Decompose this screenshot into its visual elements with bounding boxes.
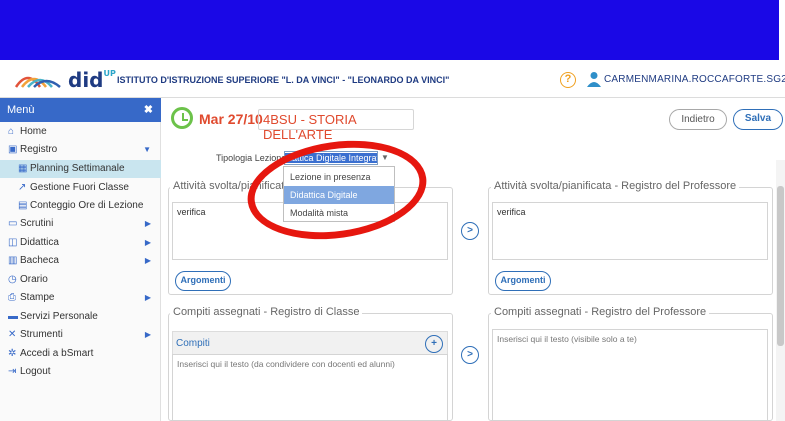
lesson-title: 4BSU - STORIA DELL'ARTE <box>258 109 414 142</box>
tab-compiti[interactable]: Compiti <box>176 338 210 349</box>
attivita-professore-legend: Attività svolta/pianificata - Registro d… <box>491 180 740 192</box>
sidebar-item-accedi-bsmart[interactable]: ✲ Accedi a bSmart <box>0 345 161 363</box>
tipologia-dropdown: Lezione in presenza Didattica Digitale I… <box>283 166 395 222</box>
lesson-date: Mar 27/10 <box>199 111 263 127</box>
tipologia-select[interactable]: dattica Digitale Integrata <box>284 151 378 165</box>
attivita-classe-legend: Attività svolta/pianificata <box>170 180 294 192</box>
compiti-professore-legend: Compiti assegnati - Registro del Profess… <box>491 306 710 318</box>
sidebar-item-registro[interactable]: ▣ Registro ▼ <box>0 141 161 159</box>
board-icon: ▥ <box>8 255 18 266</box>
dropdown-option-lezione-in-presenza[interactable]: Lezione in presenza <box>284 168 394 186</box>
printer-icon: ⎙ <box>8 292 16 303</box>
chevron-right-icon: ▶ <box>144 293 151 302</box>
compiti-professore-textarea[interactable]: Inserisci qui il testo (visibile solo a … <box>492 329 768 421</box>
sidebar-item-planning-settimanale[interactable]: ▦ Planning Settimanale <box>0 160 161 178</box>
sidebar-item-servizi-personale[interactable]: ▬ Servizi Personale <box>0 308 161 326</box>
back-button[interactable]: Indietro <box>669 109 727 130</box>
didup-logo-icon <box>14 76 61 88</box>
dropdown-option-didattica-digitale-integrata[interactable]: Didattica Digitale Integrata <box>284 186 394 218</box>
chevron-right-icon: ▶ <box>144 219 151 228</box>
compiti-classe-textarea[interactable]: Inserisci qui il testo (da condividere c… <box>172 354 448 421</box>
save-button[interactable]: Salva <box>733 109 783 130</box>
help-icon[interactable]: ? <box>560 72 576 88</box>
sidebar-item-orario[interactable]: ◷ Orario <box>0 271 161 289</box>
tools-icon: ✕ <box>8 329 17 340</box>
lesson-clock-icon <box>171 107 193 129</box>
clock-icon: ◷ <box>8 274 17 285</box>
sidebar-item-strumenti[interactable]: ✕ Strumenti ▶ <box>0 326 161 344</box>
add-compito-button[interactable]: + <box>425 335 443 353</box>
sidebar: ⌂ Home ▣ Registro ▼ ▦ Planning Settimanale ↗… <box>0 98 161 421</box>
copy-attivita-button[interactable]: > <box>461 222 479 240</box>
chevron-down-icon[interactable]: ▼ <box>381 153 389 162</box>
dropdown-option-modalita-mista[interactable]: Modalità mista <box>284 204 394 222</box>
book-icon: ◫ <box>8 237 18 248</box>
attivita-professore-textarea[interactable]: verifica <box>492 202 768 260</box>
argomenti-button-professore[interactable]: Argomenti <box>495 271 551 291</box>
close-icon[interactable]: ✖ <box>144 103 153 116</box>
sidebar-item-conteggio-ore[interactable]: ▤ Conteggio Ore di Lezione <box>0 197 161 215</box>
user-icon <box>587 72 601 87</box>
document-icon: ▭ <box>8 218 18 229</box>
chevron-down-icon: ▼ <box>143 145 151 154</box>
argomenti-button-classe[interactable]: Argomenti <box>175 271 231 291</box>
sidebar-item-stampe[interactable]: ⎙ Stampe ▶ <box>0 289 161 307</box>
sidebar-header: Menù ✖ <box>0 98 161 122</box>
bsmart-icon: ✲ <box>8 348 17 359</box>
compiti-tab-bar <box>172 331 448 355</box>
calendar-week-icon: ▦ <box>18 163 28 174</box>
sidebar-item-home[interactable]: ⌂ Home <box>0 123 161 141</box>
sidebar-item-logout[interactable]: ⇥ Logout <box>0 363 161 381</box>
home-icon: ⌂ <box>8 126 15 137</box>
top-color-band <box>0 0 785 60</box>
compiti-classe-legend: Compiti assegnati - Registro di Classe <box>170 306 363 318</box>
brand-name: didUP <box>68 68 116 92</box>
external-link-icon: ↗ <box>18 182 27 193</box>
tipologia-label: Tipologia Lezione: <box>216 153 289 163</box>
briefcase-icon: ▬ <box>8 311 18 322</box>
chevron-right-icon: ▶ <box>144 238 151 247</box>
institute-name: ISTITUTO D'ISTRUZIONE SUPERIORE "L. DA V… <box>117 75 450 85</box>
sidebar-item-bacheca[interactable]: ▥ Bacheca ▶ <box>0 252 161 270</box>
sidebar-item-scrutini[interactable]: ▭ Scrutini ▶ <box>0 215 161 233</box>
copy-compiti-button[interactable]: > <box>461 346 479 364</box>
user-name[interactable]: CARMENMARINA.ROCCAFORTE.SG27108 <box>604 74 785 85</box>
calendar-icon: ▣ <box>8 144 18 155</box>
sidebar-item-didattica[interactable]: ◫ Didattica ▶ <box>0 234 161 252</box>
logout-icon: ⇥ <box>8 366 17 377</box>
page-scrollbar-thumb[interactable] <box>777 186 784 346</box>
table-icon: ▤ <box>18 200 28 211</box>
sidebar-item-gestione-fuori-classe[interactable]: ↗ Gestione Fuori Classe <box>0 179 161 197</box>
chevron-right-icon: ▶ <box>144 256 151 265</box>
chevron-right-icon: ▶ <box>144 330 151 339</box>
